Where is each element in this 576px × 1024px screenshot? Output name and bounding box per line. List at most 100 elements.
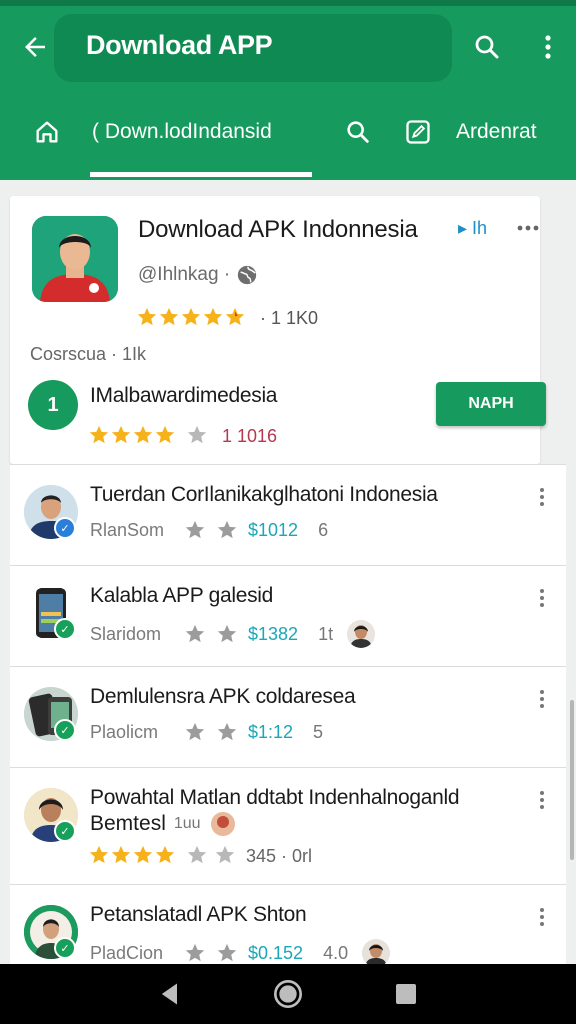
list-item[interactable]: ✓ Kalabla APP galesid Slaridom $1382 1t: [10, 565, 566, 665]
sub-app-title[interactable]: IMalbawardimedesia: [90, 384, 278, 408]
download-size: Cosrscua · 1Ik: [30, 344, 147, 364]
tab-home[interactable]: [30, 104, 64, 160]
verified-badge-icon: ✓: [54, 820, 76, 842]
verified-badge-icon: ✓: [54, 937, 76, 959]
more-vert-icon: [540, 589, 544, 607]
verified-badge-icon: ✓: [54, 618, 76, 640]
tab-android[interactable]: Ardenrat: [456, 104, 572, 160]
star-empty-icon: [217, 943, 237, 962]
list-item-developer: Plaolicm: [90, 721, 159, 742]
tab-search[interactable]: [340, 104, 376, 160]
edit-icon: [406, 120, 430, 144]
avatar: [210, 812, 235, 836]
list-item-extra: 5: [313, 721, 324, 742]
app-bar: Download APP ( Down.lodIndansid Ardenrat: [0, 0, 576, 180]
list-item-title: Kalabla APP galesid: [90, 584, 274, 607]
featured-app-card[interactable]: Download APK Indonnesia ▸ Ih @Ihlnkag · …: [10, 196, 546, 464]
scrollbar[interactable]: [570, 700, 574, 860]
list-item-title-suffix: 1uu: [173, 815, 201, 832]
list-item-title: Tuerdan CorIlanikakglhatoni Indonesia: [90, 483, 438, 506]
star-empty-icon: [215, 845, 235, 864]
list-item-meta: Plaolicm $1:12 5: [90, 721, 323, 743]
more-vert-icon: [540, 690, 544, 708]
status-strip: [0, 0, 576, 6]
developer-name[interactable]: @Ihlnkag ·: [138, 264, 230, 286]
install-button[interactable]: NAPH: [436, 382, 546, 426]
search-icon: [475, 35, 499, 59]
overflow-menu-button[interactable]: [530, 26, 566, 68]
star-icon: [155, 425, 175, 444]
list-item-rating: [88, 844, 236, 866]
app-icon: [32, 216, 118, 302]
star-empty-icon: [187, 425, 207, 444]
item-more-button[interactable]: [530, 905, 554, 929]
list-item[interactable]: ✓ Powahtal Matlan ddtabt Indenhalnoganld…: [10, 767, 566, 883]
star-icon: [155, 845, 175, 864]
more-vert-icon: [540, 488, 544, 506]
avatar: [347, 620, 376, 648]
list-item-title-line2: Bemtesl 1uu: [90, 812, 235, 836]
nav-back-icon[interactable]: [156, 980, 184, 1008]
star-empty-icon: [217, 722, 237, 741]
app-title: Download APP: [86, 30, 273, 60]
system-nav-bar: [0, 964, 576, 1024]
more-horiz-icon: [517, 225, 539, 231]
star-icon: [133, 845, 153, 864]
verified-badge-icon: ✓: [54, 719, 76, 741]
search-button[interactable]: [466, 26, 508, 68]
rank-badge: 1: [28, 380, 78, 430]
star-empty-icon: [185, 624, 205, 643]
active-tab-indicator: [90, 172, 312, 177]
star-empty-icon: [187, 845, 207, 864]
back-button[interactable]: [14, 26, 56, 68]
star-icon: [181, 307, 201, 326]
nav-home-icon[interactable]: [272, 978, 304, 1010]
list-item-price: $0.152: [248, 942, 304, 963]
star-icon: [133, 425, 153, 444]
more-vert-icon: [540, 791, 544, 809]
featured-app-title: Download APK Indonnesia: [138, 216, 418, 243]
arrow-left-icon: [25, 37, 45, 57]
list-item-developer: Slaridom: [90, 623, 162, 644]
star-icon: [111, 845, 131, 864]
star-icon: [111, 425, 131, 444]
star-icon: [159, 307, 179, 326]
list-item[interactable]: ✓ Petanslatadl APK Shton PladCion $0.152…: [10, 884, 566, 967]
star-icon: [89, 425, 109, 444]
list-item[interactable]: ✓ Tuerdan CorIlanikakglhatoni Indonesia …: [10, 464, 566, 564]
verified-badge-icon: ✓: [54, 517, 76, 539]
sub-rating-stars: [88, 424, 208, 446]
item-more-button[interactable]: [530, 586, 554, 610]
list-item-title-line2-text: Bemtesl: [90, 812, 166, 835]
list-item[interactable]: ✓ Demlulensra APK coldaresea Plaolicm $1…: [10, 666, 566, 766]
rating-stars: [136, 306, 246, 328]
star-icon: [203, 307, 223, 326]
avatar: [362, 939, 391, 967]
home-icon: [36, 121, 58, 143]
tab-download[interactable]: ( Down.lodIndansid: [92, 104, 314, 160]
sub-rating-count: 1 1016: [222, 426, 278, 446]
list-item-meta: Slaridom $1382 1t: [90, 620, 376, 648]
list-item-extra: 4.0: [323, 942, 349, 963]
star-empty-icon: [185, 722, 205, 741]
nav-recents-icon[interactable]: [394, 982, 418, 1006]
list-item-developer: RlanSom: [90, 519, 165, 540]
list-item-title: Demlulensra APK coldaresea: [90, 685, 356, 708]
list-item-price: $1382: [248, 623, 299, 644]
list-item-title: Powahtal Matlan ddtabt Indenhalnoganld: [90, 786, 460, 809]
item-more-button[interactable]: [530, 485, 554, 509]
list-item-meta: PladCion $0.152 4.0: [90, 939, 391, 967]
language-link[interactable]: ▸ Ih: [458, 218, 487, 239]
star-icon: [137, 307, 157, 326]
item-more-button[interactable]: [530, 788, 554, 812]
star-empty-icon: [185, 943, 205, 962]
list-item-rating-count: 345 · 0rl: [246, 846, 313, 866]
card-more-button[interactable]: [514, 214, 542, 242]
list-item-price: $1:12: [248, 721, 294, 742]
item-more-button[interactable]: [530, 687, 554, 711]
rating-count: · 1 1K0: [260, 308, 319, 328]
list-item-title: Petanslatadl APK Shton: [90, 903, 307, 926]
app-list: ✓ Tuerdan CorIlanikakglhatoni Indonesia …: [10, 464, 566, 967]
globe-icon: [237, 265, 257, 285]
tab-edit[interactable]: [400, 104, 436, 160]
